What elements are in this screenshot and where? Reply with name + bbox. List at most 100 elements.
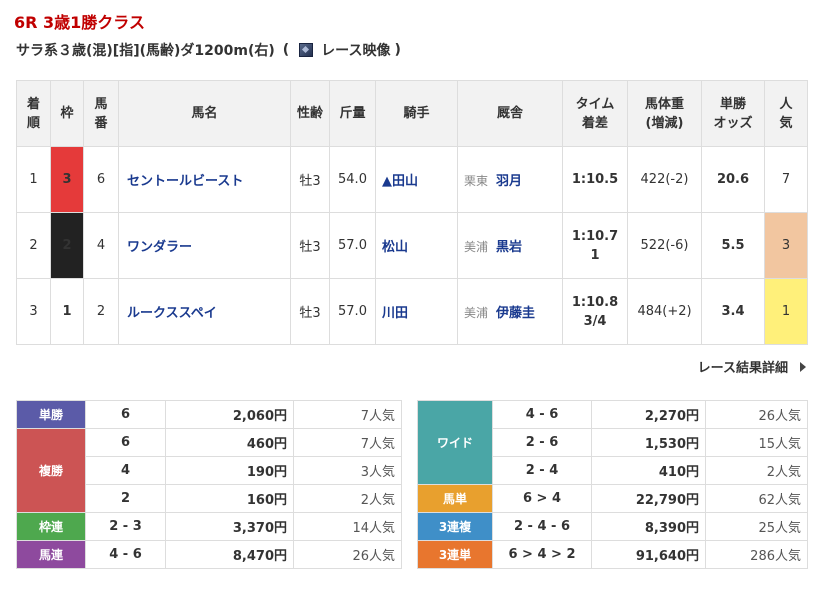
trainer-cell: 美浦 黒岩 [457,212,563,279]
sex-age: 牡3 [290,278,330,345]
horse-number: 2 [83,278,119,345]
payout-amount: 1,530円 [591,428,706,457]
payout-popularity: 3人気 [293,456,402,485]
race-result-detail-link[interactable]: レース結果詳細 [698,357,806,376]
payout-row-tansho: 単勝 6 2,060円 7人気 [16,400,402,429]
trainer-link[interactable]: 羽月 [496,174,522,189]
payout-row-sanrentan: 3連単 6 > 4 > 2 91,640円 286人気 [417,540,808,569]
header-odds: 単勝 オッズ [701,80,765,147]
race-conditions: サラ系３歳(混)[指](馬齢)ダ1200m(右) [16,43,275,59]
race-title: 6R 3歳1勝クラス [14,13,145,32]
sanrentan-label: 3連単 [417,540,493,569]
header-time: タイム 着差 [562,80,628,147]
payout-popularity: 7人気 [293,428,402,457]
sanrenpuku-label: 3連複 [417,512,493,541]
payout-combo: 6 [85,400,166,429]
time-margin: 1:10.7 1 [562,212,628,279]
payout-combo: 4 - 6 [492,400,592,429]
payout-combo: 2 [85,484,166,513]
trainer-region: 美浦 [464,240,489,254]
trainer-region: 栗東 [464,174,489,188]
trainer-link[interactable]: 伊藤圭 [496,306,535,321]
payout-table-left: 単勝 6 2,060円 7人気 複勝 6 460円 7人気 4 190円 3人気… [16,400,402,569]
race-video-link[interactable]: ( レース映像 ) [283,40,401,60]
payout-combo: 6 [85,428,166,457]
carried-weight: 54.0 [329,146,376,213]
header-waku: 枠 [50,80,84,147]
header-horse: 馬名 [118,80,291,147]
payout-amount: 8,470円 [165,540,294,569]
payout-row-umatan: 馬単 6 > 4 22,790円 62人気 [417,484,808,513]
wakuren-label: 枠連 [16,512,86,541]
waku-number: 2 [50,212,84,279]
header-body-weight: 馬体重 (増減) [627,80,702,147]
trainer-cell: 美浦 伊藤圭 [457,278,563,345]
jockey-link[interactable]: 松山 [375,212,458,279]
payout-combo: 2 - 4 - 6 [492,512,592,541]
time-margin: 1:10.8 3/4 [562,278,628,345]
rank: 3 [16,278,51,345]
umaren-label: 馬連 [16,540,86,569]
jockey-link[interactable]: ▲田山 [375,146,458,213]
payout-amount: 190円 [165,456,294,485]
payout-combo: 2 - 4 [492,456,592,485]
detail-link-label[interactable]: レース結果詳細 [698,357,788,376]
body-weight: 484(+2) [627,278,702,345]
video-label[interactable]: レース映像 [321,40,390,60]
payout-combo: 4 [85,456,166,485]
time-margin: 1:10.5 [562,146,628,213]
sex-age: 牡3 [290,212,330,279]
tansho-label: 単勝 [16,400,86,429]
payout-combo: 6 > 4 > 2 [492,540,592,569]
table-row: 3 1 2 ルークススペイ 牡3 57.0 川田 美浦 伊藤圭 1:10.8 3/4… [16,278,808,345]
body-weight: 522(-6) [627,212,702,279]
video-play-icon[interactable] [299,43,314,57]
horse-number: 6 [83,146,119,213]
header-trainer: 厩舎 [457,80,563,147]
payout-row-umaren: 馬連 4 - 6 8,470円 26人気 [16,540,402,569]
payout-popularity: 26人気 [293,540,402,569]
popularity: 7 [764,146,808,213]
header-weight: 斤量 [329,80,376,147]
trainer-cell: 栗東 羽月 [457,146,563,213]
payout-row-wakuren: 枠連 2 - 3 3,370円 14人気 [16,512,402,541]
rank: 1 [16,146,51,213]
payout-popularity: 62人気 [705,484,808,513]
wide-label: ワイド [417,400,493,485]
carried-weight: 57.0 [329,278,376,345]
trainer-link[interactable]: 黒岩 [496,240,522,255]
win-odds: 3.4 [701,278,765,345]
payout-amount: 2,270円 [591,400,706,429]
horse-number: 4 [83,212,119,279]
payout-popularity: 7人気 [293,400,402,429]
payout-amount: 410円 [591,456,706,485]
results-table: 着順 枠 馬番 馬名 性齢 斤量 騎手 厩舎 タイム 着差 馬体重 (増減) 単勝オ… [16,80,808,345]
payout-popularity: 26人気 [705,400,808,429]
header-jockey: 騎手 [375,80,458,147]
body-weight: 422(-2) [627,146,702,213]
win-odds: 20.6 [701,146,765,213]
video-close-paren: ) [394,42,401,58]
payout-combo: 2 - 3 [85,512,166,541]
payout-popularity: 2人気 [705,456,808,485]
horse-name-link[interactable]: ルークススペイ [118,278,291,345]
payout-row-fukusho: 複勝 6 460円 7人気 [16,428,402,513]
payout-combo: 6 > 4 [492,484,592,513]
table-row: 2 2 4 ワンダラー 牡3 57.0 松山 美浦 黒岩 1:10.7 1 522(… [16,212,808,279]
payout-amount: 160円 [165,484,294,513]
payout-popularity: 14人気 [293,512,402,541]
race-info: サラ系３歳(混)[指](馬齢)ダ1200m(右) ( レース映像 ) [16,40,401,60]
horse-name-link[interactable]: ワンダラー [118,212,291,279]
payout-popularity: 286人気 [705,540,808,569]
payout-popularity: 15人気 [705,428,808,457]
table-row: 1 3 6 セントールビースト 牡3 54.0 ▲田山 栗東 羽月 1:10.5 … [16,146,808,213]
popularity: 1 [764,278,808,345]
results-header-row: 着順 枠 馬番 馬名 性齢 斤量 騎手 厩舎 タイム 着差 馬体重 (増減) 単勝オ… [16,80,808,147]
horse-name-link[interactable]: セントールビースト [118,146,291,213]
payout-amount: 22,790円 [591,484,706,513]
header-rank: 着順 [16,80,51,147]
header-sexage: 性齢 [290,80,330,147]
payout-amount: 8,390円 [591,512,706,541]
payout-amount: 460円 [165,428,294,457]
jockey-link[interactable]: 川田 [375,278,458,345]
